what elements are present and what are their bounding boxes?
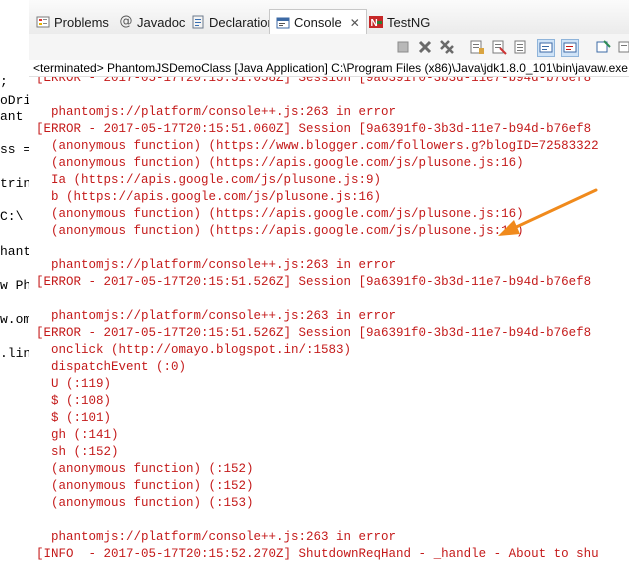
console-line: dispatchEvent (:0) bbox=[36, 360, 187, 374]
console-line: (anonymous function) (:152) bbox=[36, 462, 254, 476]
console-line: [ERROR - 2017-05-17T20:15:51.060Z] Sessi… bbox=[36, 122, 592, 136]
javadoc-icon: @ bbox=[119, 14, 133, 29]
console-line: phantomjs://platform/console++.js:263 in… bbox=[36, 105, 397, 119]
console-line: Ia (https://apis.google.com/js/plusone.j… bbox=[36, 173, 382, 187]
editor-line: .lin bbox=[0, 346, 30, 361]
console-line: (anonymous function) (:153) bbox=[36, 496, 254, 510]
problems-icon bbox=[36, 16, 50, 28]
editor-line: w.om bbox=[0, 312, 30, 327]
tab-problems[interactable]: Problems bbox=[30, 10, 109, 34]
console-icon bbox=[276, 17, 290, 28]
java-editor-fragment: ; oDri ant ss = trin C:\ hant w Ph w.om … bbox=[0, 0, 30, 586]
console-toolbar bbox=[29, 34, 629, 60]
console-line: (anonymous function) (https://apis.googl… bbox=[36, 156, 524, 170]
tab-console[interactable]: Console ✕ bbox=[269, 9, 367, 35]
testng-icon: N bbox=[369, 16, 383, 29]
console-line: [ERROR - 2017-05-17T20:15:51.058Z] Sessi… bbox=[36, 76, 592, 85]
console-line: phantomjs://platform/console++.js:263 in… bbox=[36, 258, 397, 272]
console-line: (anonymous function) (:152) bbox=[36, 479, 254, 493]
editor-line: trin bbox=[0, 176, 30, 191]
svg-text:N: N bbox=[371, 18, 378, 29]
show-console-stdout-icon[interactable] bbox=[537, 39, 555, 57]
tab-label: Declaration bbox=[209, 14, 275, 30]
editor-line: w Ph bbox=[0, 278, 30, 293]
tab-label: TestNG bbox=[387, 14, 431, 30]
console-line: (anonymous function) (https://apis.googl… bbox=[36, 224, 524, 238]
console-line: [ERROR - 2017-05-17T20:15:51.526Z] Sessi… bbox=[36, 275, 592, 289]
view-tab-bar: Problems @ Javadoc Declaration Console ✕ bbox=[29, 0, 629, 35]
tab-javadoc[interactable]: @ Javadoc bbox=[113, 10, 186, 34]
pin-console-icon[interactable] bbox=[595, 39, 611, 55]
process-status-label: <terminated> PhantomJSDemoClass [Java Ap… bbox=[29, 60, 629, 76]
show-console-stderr-icon[interactable] bbox=[561, 39, 579, 57]
console-line: phantomjs://platform/console++.js:263 in… bbox=[36, 309, 397, 323]
console-line: onclick (http://omayo.blogspot.in/:1583) bbox=[36, 343, 352, 357]
console-line: [INFO - 2017-05-17T20:15:52.270Z] Shutdo… bbox=[36, 547, 599, 561]
tab-declaration[interactable]: Declaration bbox=[185, 10, 275, 34]
console-line: $ (:101) bbox=[36, 411, 112, 425]
editor-line: C:\ bbox=[0, 209, 24, 224]
console-line: phantomjs://platform/console++.js:263 in… bbox=[36, 530, 397, 544]
scroll-lock-icon[interactable] bbox=[469, 39, 485, 55]
console-line: U (:119) bbox=[36, 377, 112, 391]
close-icon[interactable]: ✕ bbox=[350, 16, 360, 30]
console-line: (anonymous function) (https://apis.googl… bbox=[36, 207, 524, 221]
editor-line: ; bbox=[0, 74, 8, 89]
console-output[interactable]: [ERROR - 2017-05-17T20:15:51.058Z] Sessi… bbox=[29, 76, 629, 587]
editor-line: hant bbox=[0, 244, 30, 259]
tab-label: Javadoc bbox=[137, 14, 186, 30]
remove-launch-icon[interactable] bbox=[417, 39, 433, 55]
tab-testng[interactable]: N TestNG bbox=[363, 10, 430, 34]
console-view: Problems @ Javadoc Declaration Console ✕ bbox=[29, 0, 629, 586]
editor-line: oDri bbox=[0, 93, 30, 108]
console-line: b (https://apis.google.com/js/plusone.js… bbox=[36, 190, 382, 204]
console-line: (anonymous function) (https://www.blogge… bbox=[36, 139, 599, 153]
word-wrap-icon[interactable] bbox=[513, 39, 529, 55]
clear-console-icon[interactable] bbox=[491, 39, 507, 55]
tab-label: Console bbox=[294, 15, 342, 30]
tab-label: Problems bbox=[54, 14, 109, 30]
editor-line: ss = bbox=[0, 142, 30, 157]
console-line: [ERROR - 2017-05-17T20:15:51.526Z] Sessi… bbox=[36, 326, 592, 340]
declaration-icon bbox=[192, 15, 204, 29]
remove-all-terminated-icon[interactable] bbox=[439, 39, 455, 55]
console-line: $ (:108) bbox=[36, 394, 112, 408]
display-selected-console-icon[interactable] bbox=[617, 39, 629, 55]
console-line: gh (:141) bbox=[36, 428, 119, 442]
editor-line: ant bbox=[0, 109, 24, 124]
terminate-icon[interactable] bbox=[395, 39, 411, 55]
console-line: sh (:152) bbox=[36, 445, 119, 459]
